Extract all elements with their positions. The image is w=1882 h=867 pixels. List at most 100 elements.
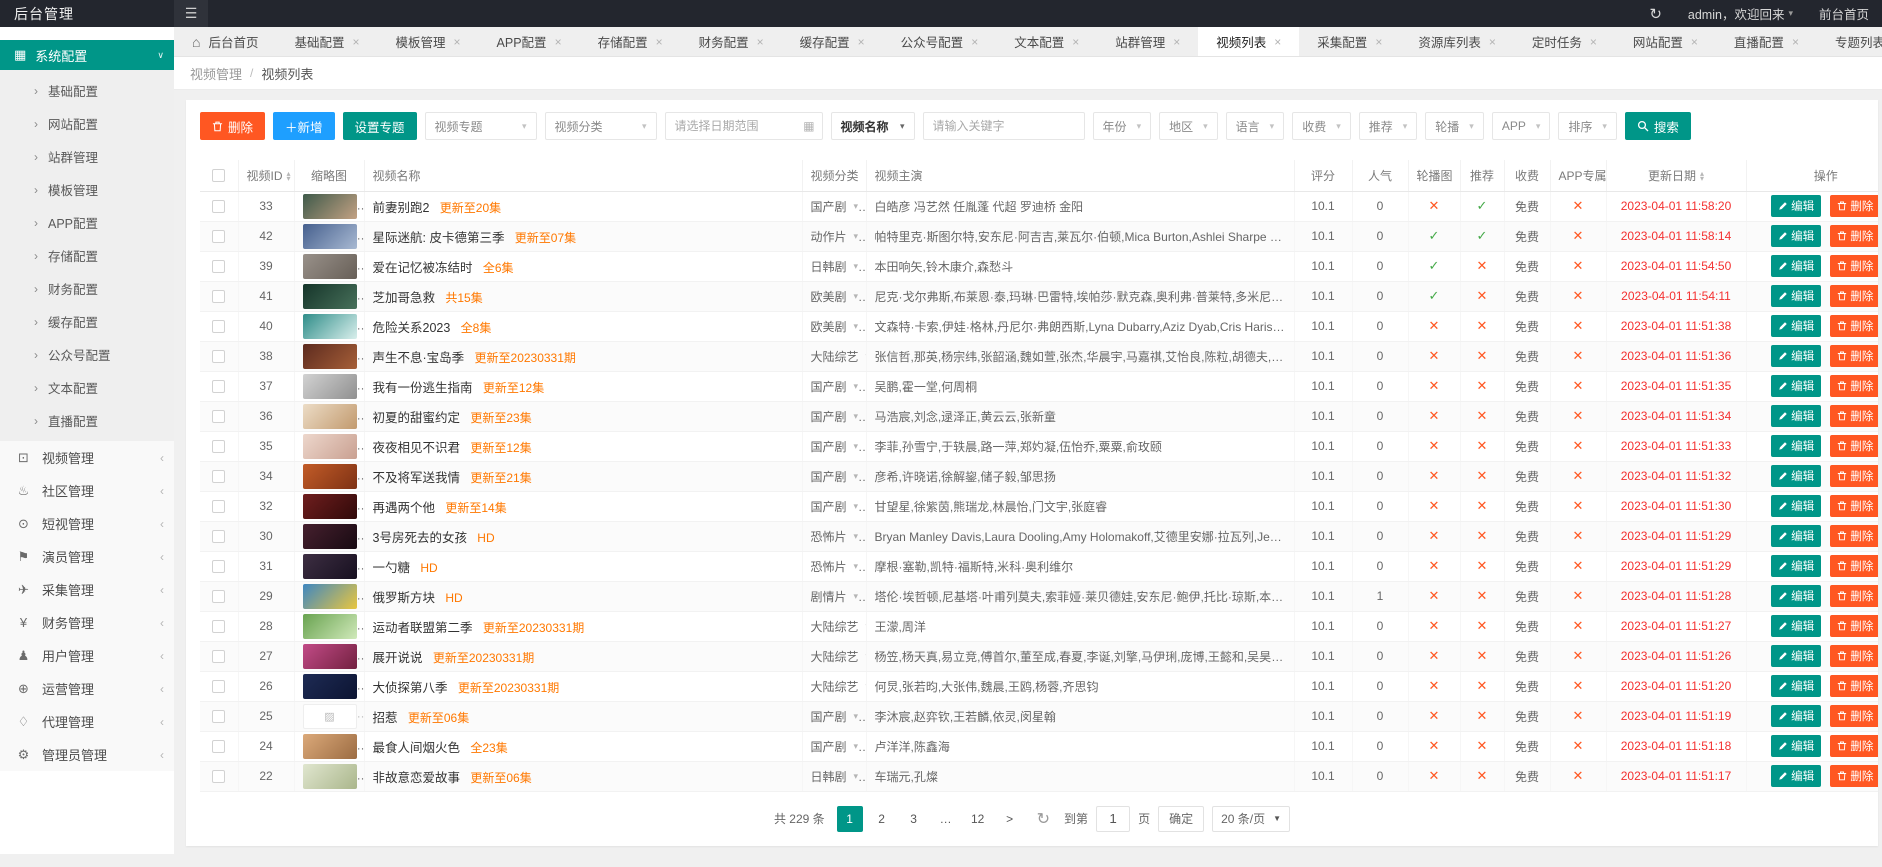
close-icon[interactable]: × [555, 35, 562, 49]
carousel-flag[interactable]: ✓ [1429, 228, 1440, 243]
carousel-flag[interactable]: ✕ [1429, 768, 1440, 783]
close-icon[interactable]: × [757, 35, 764, 49]
filter-select-收费[interactable]: 收费 ▾ [1292, 112, 1351, 140]
carousel-flag[interactable]: ✕ [1429, 708, 1440, 723]
delete-button[interactable]: 删除 [1830, 435, 1878, 457]
sidebar-subitem-基础配置[interactable]: › 基础配置 [0, 74, 174, 107]
tab-APP配置[interactable]: APP配置 × [479, 27, 580, 56]
video-name[interactable]: 初夏的甜蜜约定 [373, 411, 461, 425]
app-exclusive-flag[interactable]: ✕ [1573, 468, 1584, 483]
batch-delete-button[interactable]: 删除 [200, 112, 265, 140]
delete-button[interactable]: 删除 [1830, 405, 1878, 427]
tab-财务配置[interactable]: 财务配置 × [681, 27, 782, 56]
sort-icon[interactable]: ▴▾ [287, 172, 291, 182]
delete-button[interactable]: 删除 [1830, 345, 1878, 367]
filter-select-年份[interactable]: 年份 ▾ [1093, 112, 1152, 140]
video-name[interactable]: 招惹 [373, 711, 398, 725]
row-checkbox[interactable] [212, 350, 225, 363]
edit-button[interactable]: 编辑 [1771, 525, 1821, 547]
sidebar-subitem-APP配置[interactable]: › APP配置 [0, 206, 174, 239]
video-name[interactable]: 我有一份逃生指南 [373, 381, 473, 395]
edit-button[interactable]: 编辑 [1771, 285, 1821, 307]
video-name[interactable]: 危险关系2023 [373, 321, 451, 335]
carousel-flag[interactable]: ✕ [1429, 678, 1440, 693]
thumbnail[interactable] [303, 674, 357, 699]
recommend-flag[interactable]: ✕ [1477, 318, 1488, 333]
app-exclusive-flag[interactable]: ✕ [1573, 558, 1584, 573]
filter-select-地区[interactable]: 地区 ▾ [1159, 112, 1218, 140]
sidebar-subitem-网站配置[interactable]: › 网站配置 [0, 107, 174, 140]
date-range-input[interactable] [665, 112, 823, 140]
tab-基础配置[interactable]: 基础配置 × [276, 27, 377, 56]
recommend-flag[interactable]: ✕ [1477, 678, 1488, 693]
close-icon[interactable]: × [1173, 35, 1180, 49]
recommend-flag[interactable]: ✕ [1477, 258, 1488, 273]
delete-button[interactable]: 删除 [1830, 555, 1878, 577]
select-all-checkbox[interactable] [212, 169, 225, 182]
sidebar-subitem-文本配置[interactable]: › 文本配置 [0, 371, 174, 404]
thumbnail[interactable] [303, 584, 357, 609]
row-checkbox[interactable] [212, 500, 225, 513]
thumbnail[interactable] [303, 344, 357, 369]
delete-button[interactable]: 删除 [1830, 195, 1878, 217]
edit-button[interactable]: 编辑 [1771, 675, 1821, 697]
edit-button[interactable]: 编辑 [1771, 225, 1821, 247]
thumbnail[interactable] [303, 404, 357, 429]
recommend-flag[interactable]: ✕ [1477, 408, 1488, 423]
tab-公众号配置[interactable]: 公众号配置 × [883, 27, 997, 56]
carousel-flag[interactable]: ✕ [1429, 378, 1440, 393]
carousel-flag[interactable]: ✕ [1429, 348, 1440, 363]
sidebar-item-视频管理[interactable]: ⊡ 视频管理 ‹ [0, 441, 174, 474]
set-topic-button[interactable]: 设置专题 [343, 112, 417, 140]
tab-直播配置[interactable]: 直播配置 × [1716, 27, 1817, 56]
video-name[interactable]: 大侦探第八季 [373, 681, 448, 695]
category-select[interactable]: 日韩剧 ▾ [811, 258, 859, 275]
sidebar-subitem-模板管理[interactable]: › 模板管理 [0, 173, 174, 206]
sidebar-item-管理员管理[interactable]: ⚙ 管理员管理 ‹ [0, 738, 174, 771]
category-select[interactable]: 欧美剧 ▾ [811, 318, 859, 335]
front-home-link[interactable]: 前台首页 [1806, 4, 1882, 23]
close-icon[interactable]: × [971, 35, 978, 49]
video-name[interactable]: 运动者联盟第二季 [373, 621, 473, 635]
recommend-flag[interactable]: ✕ [1477, 528, 1488, 543]
recommend-flag[interactable]: ✕ [1477, 498, 1488, 513]
refresh-button[interactable]: ↻ [1636, 5, 1675, 23]
thumbnail[interactable] [303, 524, 357, 549]
video-name[interactable]: 展开说说 [373, 651, 423, 665]
sidebar-collapse-button[interactable]: ☰ [174, 0, 208, 27]
recommend-flag[interactable]: ✕ [1477, 648, 1488, 663]
category-select[interactable]: 大陆综艺 ▾ [811, 678, 867, 695]
video-name[interactable]: 最食人间烟火色 [373, 741, 461, 755]
carousel-flag[interactable]: ✕ [1429, 468, 1440, 483]
thumbnail[interactable] [303, 464, 357, 489]
delete-button[interactable]: 删除 [1830, 675, 1878, 697]
edit-button[interactable]: 编辑 [1771, 615, 1821, 637]
delete-button[interactable]: 删除 [1830, 375, 1878, 397]
thumbnail[interactable]: ▨ [303, 704, 357, 729]
close-icon[interactable]: × [656, 35, 663, 49]
app-exclusive-flag[interactable]: ✕ [1573, 348, 1584, 363]
thumbnail[interactable] [303, 614, 357, 639]
page-button[interactable]: 12 [965, 806, 991, 832]
app-exclusive-flag[interactable]: ✕ [1573, 708, 1584, 723]
carousel-flag[interactable]: ✕ [1429, 648, 1440, 663]
edit-button[interactable]: 编辑 [1771, 435, 1821, 457]
edit-button[interactable]: 编辑 [1771, 465, 1821, 487]
close-icon[interactable]: × [1274, 35, 1281, 49]
recommend-flag[interactable]: ✕ [1477, 288, 1488, 303]
recommend-flag[interactable]: ✕ [1477, 768, 1488, 783]
video-name[interactable]: 夜夜相见不识君 [373, 441, 461, 455]
user-menu[interactable]: admin，欢迎回来 ▾ [1675, 4, 1806, 23]
tab-缓存配置[interactable]: 缓存配置 × [782, 27, 883, 56]
recommend-flag[interactable]: ✕ [1477, 348, 1488, 363]
row-checkbox[interactable] [212, 530, 225, 543]
video-name[interactable]: 俄罗斯方块 [373, 591, 436, 605]
video-name[interactable]: 爱在记忆被冻结时 [373, 261, 473, 275]
category-select[interactable]: 国产剧 ▾ [811, 708, 859, 725]
category-select[interactable]: 国产剧 ▾ [811, 438, 859, 455]
close-icon[interactable]: × [1691, 35, 1698, 49]
sort-icon[interactable]: ▴▾ [1700, 172, 1704, 182]
search-field-select[interactable]: 视频名称 ▾ [831, 112, 915, 140]
row-checkbox[interactable] [212, 290, 225, 303]
tab-存储配置[interactable]: 存储配置 × [580, 27, 681, 56]
